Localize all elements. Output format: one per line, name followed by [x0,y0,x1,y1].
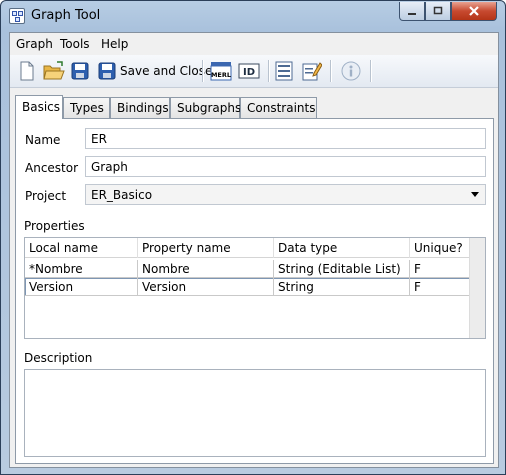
close-button[interactable] [451,2,497,21]
maximize-icon [433,6,443,15]
new-button[interactable] [18,60,36,82]
client-area: Graph Tools Help Save and Close MERL ID … [9,32,499,468]
column-header-property-name[interactable]: Property name [138,238,274,258]
table-row[interactable]: *Nombre Nombre String (Editable List) F [25,260,471,278]
properties-label: Properties [24,219,85,233]
tab-constraints[interactable]: Constraints [240,97,317,118]
project-label: Project [25,189,67,203]
menu-help[interactable]: Help [101,37,128,51]
table-cell: Version [138,278,274,296]
save-and-close-label: Save and Close [120,64,213,78]
basics-panel: Name ER Ancestor Graph Project ER_Basico… [15,118,494,464]
close-icon [469,6,479,16]
menu-graph[interactable]: Graph [16,37,53,51]
info-icon [341,61,361,81]
id-button[interactable]: ID [238,60,260,82]
table-row[interactable]: Version Version String F [25,278,471,296]
maximize-button[interactable] [425,2,451,21]
app-icon [9,8,25,24]
info-button[interactable] [341,60,361,82]
table-cell: F [410,278,471,296]
merl-icon: MERL [210,62,232,81]
table-cell: String (Editable List) [274,260,410,278]
toolbar-separator [330,60,331,82]
ancestor-label: Ancestor [25,161,79,175]
table-cell: *Nombre [25,260,138,278]
title-bar[interactable]: Graph Tool [1,1,505,32]
vertical-scrollbar[interactable] [469,238,485,338]
open-folder-icon [43,61,65,80]
tab-types[interactable]: Types [63,97,110,118]
column-header-unique[interactable]: Unique? [410,238,471,258]
properties-button[interactable] [275,60,293,82]
menu-bar: Graph Tools Help [10,33,498,55]
tab-subgraphs[interactable]: Subgraphs [170,97,241,118]
toolbar-separator [202,60,203,82]
table-cell: String [274,278,410,296]
column-header-data-type[interactable]: Data type [274,238,410,258]
id-icon-text: ID [243,67,255,78]
merl-button[interactable]: MERL [210,60,232,82]
description-label: Description [24,351,93,365]
save-disk-icon [98,62,116,80]
edit-button[interactable] [302,60,322,82]
minimize-button[interactable] [399,2,425,21]
name-field[interactable]: ER [85,128,486,149]
name-label: Name [25,133,61,147]
save-and-close-button[interactable]: Save and Close [98,60,212,82]
merl-icon-text: MERL [211,71,231,79]
new-document-icon [20,61,34,81]
ancestor-field[interactable]: Graph [85,156,486,177]
project-select[interactable]: ER_Basico [85,184,486,205]
save-disk-icon [71,62,89,80]
menu-tools[interactable]: Tools [60,37,90,51]
table-cell: Nombre [138,260,274,278]
chevron-down-icon [471,192,479,197]
properties-table: Local name Property name Data type Uniqu… [24,237,486,339]
project-select-value: ER_Basico [91,188,153,202]
toolbar-separator [268,60,269,82]
toolbar-separator [370,60,371,82]
tab-bindings[interactable]: Bindings [110,97,170,118]
graph-tool-window: Graph Tool Graph Tools Help Save and Clo… [0,0,506,475]
table-header: Local name Property name Data type Uniqu… [25,238,471,258]
table-cell: F [410,260,471,278]
minimize-icon [408,13,416,15]
description-field[interactable] [24,369,486,457]
id-icon: ID [238,63,260,79]
edit-pencil-icon [302,62,322,81]
toolbar: Save and Close MERL ID [10,55,498,88]
form-icon [275,61,293,81]
window-title: Graph Tool [31,8,101,23]
open-button[interactable] [43,60,65,82]
tab-strip: Basics Types Bindings Subgraphs Constrai… [10,95,498,119]
tab-basics[interactable]: Basics [15,95,63,119]
column-header-local-name[interactable]: Local name [25,238,138,258]
table-cell: Version [25,278,138,296]
save-button[interactable] [71,60,89,82]
